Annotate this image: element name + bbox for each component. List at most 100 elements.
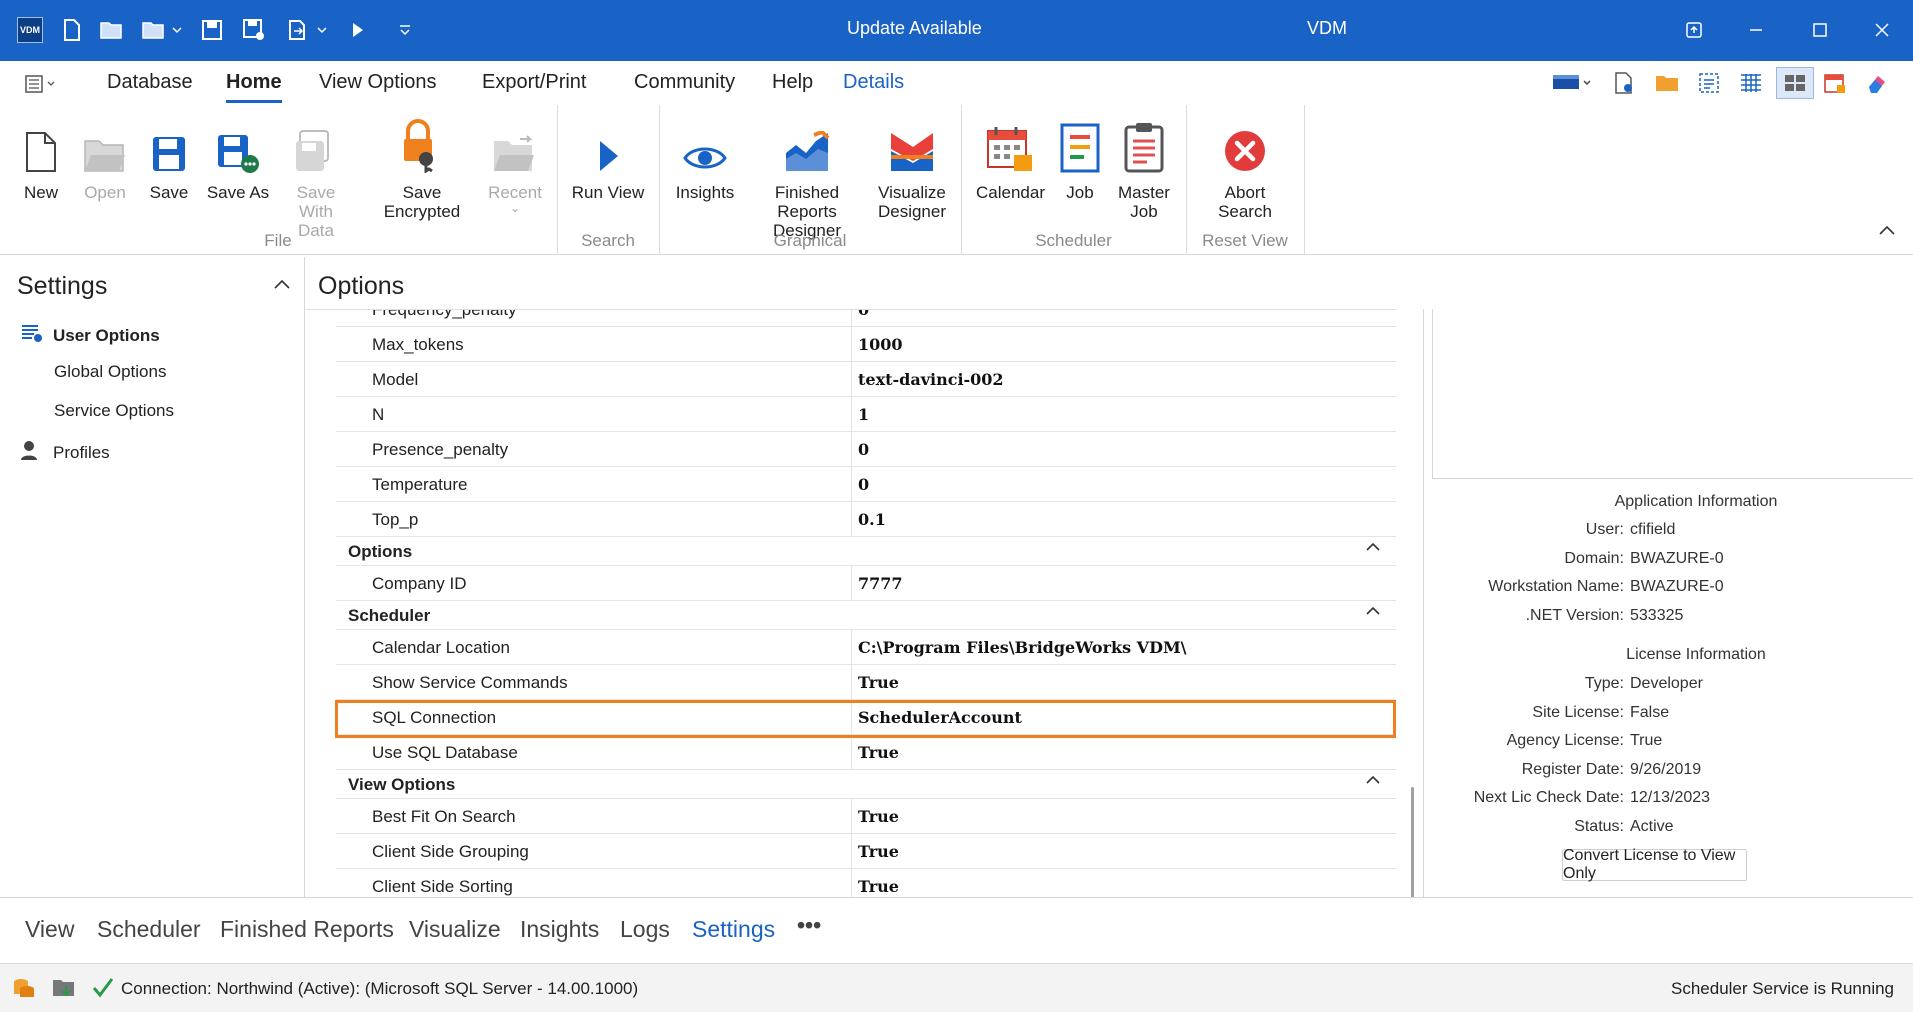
property-value[interactable]: 0 [858,440,869,459]
form-view-icon[interactable] [1694,69,1724,97]
row-best-fit-on-search[interactable]: Best Fit On Search True [306,799,1396,834]
tab-home[interactable]: Home [226,71,282,103]
category-view-options[interactable]: View Options [336,770,1396,799]
update-available-link[interactable]: Update Available [847,18,982,39]
nav-profiles[interactable]: Profiles [20,440,110,465]
convert-license-button[interactable]: Convert License to View Only [1562,847,1747,882]
property-value[interactable]: True [858,673,899,692]
tab-export-print[interactable]: Export/Print [482,71,586,94]
property-value[interactable]: 1000 [858,335,903,354]
property-value[interactable]: 1 [858,405,869,424]
insights-button[interactable]: Insights [673,113,737,202]
row-company-id[interactable]: Company ID 7777 [306,566,1396,601]
property-grid[interactable]: Frequency_penalty 0 Max_tokens 1000 Model t… [306,309,1396,897]
nav-global-options[interactable]: Global Options [54,362,166,382]
property-value[interactable]: 7777 [858,574,903,593]
close-icon[interactable] [1864,12,1900,48]
run-icon[interactable] [344,16,372,44]
property-value[interactable]: True [858,743,899,762]
bottom-tab-view[interactable]: View [25,916,74,943]
eraser-icon[interactable] [1862,69,1892,97]
row-max-tokens[interactable]: Max_tokens 1000 [306,327,1396,362]
property-value[interactable]: 0 [858,310,869,319]
category-scheduler[interactable]: Scheduler [336,601,1396,630]
application-info-title: Application Information [1614,493,1778,510]
save-as-icon[interactable] [240,16,268,44]
job-button[interactable]: Job [1058,113,1102,202]
row-client-side-grouping[interactable]: Client Side Grouping True [306,834,1396,869]
collapse-category-icon[interactable] [1365,774,1381,786]
recent-button[interactable]: Recent ⌄ [488,113,542,214]
bottom-tab-scheduler[interactable]: Scheduler [97,916,201,943]
row-frequency-penalty[interactable]: Frequency_penalty 0 [306,310,1396,327]
nav-service-options[interactable]: Service Options [54,401,174,421]
open-button[interactable]: Open [80,113,130,202]
row-show-service-commands[interactable]: Show Service Commands True [306,665,1396,700]
grid-scrollbar[interactable] [1407,309,1421,913]
row-calendar-location[interactable]: Calendar Location C:\Program Files\Bridge… [306,630,1396,665]
bottom-tab-visualize[interactable]: Visualize [409,916,501,943]
finished-reports-designer-button[interactable]: Finished Reports Designer [745,113,869,240]
category-options[interactable]: Options [336,537,1396,566]
folder-icon[interactable] [1652,69,1682,97]
collapse-category-icon[interactable] [1365,541,1381,553]
bottom-tab-settings[interactable]: Settings [692,916,775,943]
minimize-icon[interactable] [1738,12,1774,48]
collapse-category-icon[interactable] [1365,605,1381,617]
export-dropdown-icon[interactable] [286,16,330,44]
save-with-data-button[interactable]: Save With Data [278,113,354,240]
abort-search-button[interactable]: Abort Search [1212,113,1278,221]
save-as-button[interactable]: Save As [206,113,270,202]
tab-help[interactable]: Help [772,71,813,94]
recent-folder-dropdown-icon[interactable] [140,16,184,44]
tab-database[interactable]: Database [107,71,193,94]
nav-user-options[interactable]: User Options [20,323,160,348]
row-model[interactable]: Model text-davinci-002 [306,362,1396,397]
open-folder-icon[interactable] [98,16,126,44]
save-icon[interactable] [198,16,226,44]
bottom-tab-logs[interactable]: Logs [620,916,670,943]
property-value[interactable]: True [858,842,899,861]
property-value[interactable]: text-davinci-002 [858,370,1004,389]
save-encrypted-button[interactable]: Save Encrypted [364,113,480,221]
more-tabs-icon[interactable]: ••• [797,912,821,939]
property-value[interactable]: 0.1 [858,510,886,529]
info-key: Type: [1584,675,1624,692]
calendar-button[interactable]: Calendar [976,113,1045,202]
row-use-sql-database[interactable]: Use SQL Database True [306,735,1396,770]
grid-view-icon[interactable] [1736,69,1766,97]
card-view-icon[interactable] [1776,67,1814,99]
tab-view-options[interactable]: View Options [319,71,436,94]
row-temperature[interactable]: Temperature 0 [306,467,1396,502]
bottom-tab-finished-reports[interactable]: Finished Reports [220,916,394,943]
new-file-icon[interactable] [58,16,86,44]
tab-community[interactable]: Community [634,71,735,94]
master-job-button[interactable]: Master Job [1116,113,1172,221]
download-folder-icon[interactable] [52,976,76,1005]
restore-window-icon[interactable] [1676,12,1712,48]
property-value[interactable]: 0 [858,475,869,494]
document-settings-icon[interactable] [1609,69,1639,97]
save-button[interactable]: Save [146,113,192,202]
collapse-settings-icon[interactable] [273,277,291,295]
scrollbar-thumb[interactable] [1411,787,1414,913]
row-top-p[interactable]: Top_p 0.1 [306,502,1396,537]
bottom-tab-insights[interactable]: Insights [520,916,599,943]
theme-dropdown-icon[interactable] [1551,69,1595,97]
maximize-icon[interactable] [1802,12,1838,48]
run-view-button[interactable]: Run View [568,113,648,202]
property-value[interactable]: C:\Program Files\BridgeWorks VDM\ [858,638,1187,657]
customize-toolbar-icon[interactable] [394,16,416,44]
property-value[interactable]: True [858,877,899,896]
collapse-ribbon-icon[interactable] [1878,223,1896,241]
row-n[interactable]: N1 [306,397,1396,432]
visualize-designer-button[interactable]: Visualize Designer [874,113,950,221]
row-presence-penalty[interactable]: Presence_penalty 0 [306,432,1396,467]
database-stack-icon[interactable] [12,976,36,1005]
tab-details[interactable]: Details [843,71,904,94]
new-button[interactable]: New [20,113,62,202]
property-value[interactable]: True [858,807,899,826]
app-menu-icon[interactable] [24,73,58,95]
calendar-view-icon[interactable] [1820,69,1850,97]
row-client-side-sorting[interactable]: Client Side Sorting True [306,869,1396,897]
